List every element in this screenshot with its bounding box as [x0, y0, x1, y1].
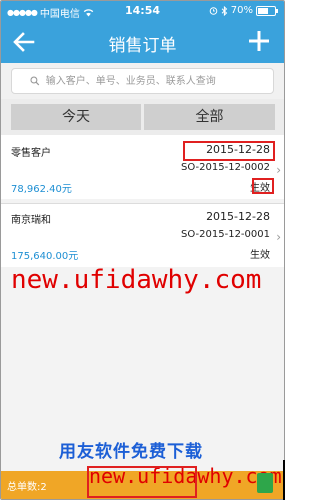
- list-item[interactable]: 南京瑞和 2015-12-28 SO-2015-12-0001 175,640.…: [1, 203, 284, 266]
- order-amount: 78,962.40元: [11, 184, 72, 195]
- customer-name: 零售客户: [11, 148, 51, 159]
- battery-percent: 70%: [230, 5, 253, 16]
- bluetooth-icon: [221, 5, 227, 16]
- order-date: 2015-12-28: [206, 210, 270, 223]
- order-status: 生效: [250, 250, 270, 261]
- chevron-right-icon: ›: [276, 163, 281, 177]
- status-highlight-box: [252, 178, 274, 194]
- add-order-button[interactable]: [246, 28, 272, 54]
- frame-edge: [283, 460, 285, 500]
- nav-bar: 销售订单: [1, 21, 284, 63]
- alarm-icon: [209, 7, 218, 15]
- battery-fill: [258, 7, 268, 14]
- customer-name: 南京瑞和: [11, 215, 51, 226]
- list-item[interactable]: 零售客户 2015-12-28 SO-2015-12-0002 78,962.4…: [1, 137, 284, 199]
- search-icon: [30, 76, 40, 86]
- tab-all[interactable]: 全部: [144, 104, 275, 130]
- status-right: 70%: [209, 5, 278, 16]
- total-count: 总单数:2: [7, 482, 47, 493]
- plus-icon: [249, 31, 269, 51]
- watermark-slogan: 用友软件免费下载: [59, 442, 203, 462]
- search-bar: [1, 63, 284, 99]
- status-bar: ●●●●● 中国电信 14:54 70%: [1, 1, 284, 21]
- order-code: SO-2015-12-0001: [181, 229, 270, 240]
- watermark-url: new.ufidawhy.com: [11, 265, 262, 295]
- chevron-right-icon: ›: [276, 230, 281, 244]
- tab-bar: 今天 全部: [1, 99, 284, 135]
- tab-today[interactable]: 今天: [11, 104, 141, 130]
- battery-icon: [256, 5, 278, 16]
- phone-screen: ●●●●● 中国电信 14:54 70% 销售订单 输入客户、单号、业务员、联系…: [0, 0, 285, 500]
- page-title: 销售订单: [108, 36, 177, 56]
- order-amount: 175,640.00元: [11, 251, 79, 262]
- app-header: ●●●●● 中国电信 14:54 70% 销售订单: [1, 1, 284, 63]
- search-input[interactable]: [39, 74, 273, 88]
- search-box[interactable]: [11, 68, 274, 94]
- footer-action-block[interactable]: [257, 473, 273, 493]
- watermark-highlight-box: [87, 466, 197, 498]
- date-highlight-box: [183, 141, 275, 161]
- order-code: SO-2015-12-0002: [181, 162, 270, 173]
